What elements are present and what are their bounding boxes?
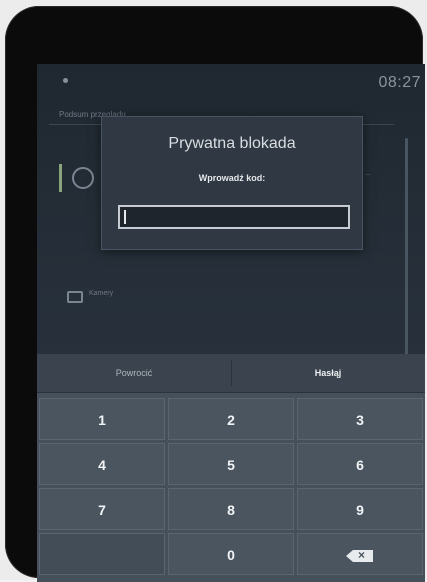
backspace-icon (346, 549, 373, 563)
code-input[interactable] (118, 205, 350, 229)
status-indicator-icon (63, 78, 68, 83)
key-5[interactable]: 5 (168, 443, 294, 485)
key-7[interactable]: 7 (39, 488, 165, 530)
key-6[interactable]: 6 (297, 443, 423, 485)
keypad-action-row: Powrocić Hasłąj (37, 354, 425, 393)
gauge-circle-icon (72, 167, 94, 189)
dialog-prompt: Wprowadź kod: (198, 173, 266, 183)
device-bezel: 08:27 Podsum przeglądu ... Kamery Prywat… (5, 6, 425, 582)
photo-backdrop: 08:27 Podsum przeglądu ... Kamery Prywat… (0, 0, 427, 582)
key-4[interactable]: 4 (39, 443, 165, 485)
text-caret (124, 210, 126, 224)
cancel-button[interactable]: Powrocić (37, 354, 231, 392)
private-lock-dialog: Prywatna blokada Wprowadź kod: (101, 116, 363, 250)
key-8[interactable]: 8 (168, 488, 294, 530)
camera-icon (67, 291, 83, 303)
background-right-label: ... (365, 170, 371, 177)
backspace-key[interactable] (297, 533, 423, 575)
status-time: 08:27 (378, 74, 421, 91)
confirm-button[interactable]: Hasłąj (231, 354, 425, 392)
dialog-title: Prywatna blokada (168, 135, 296, 152)
device-screen: 08:27 Podsum przeglądu ... Kamery Prywat… (37, 64, 425, 582)
gauge-icon[interactable] (59, 164, 100, 192)
key-2[interactable]: 2 (168, 398, 294, 440)
numeric-keypad: Powrocić Hasłąj 1 2 3 4 5 6 7 8 9 0 (37, 354, 425, 582)
list-item-camera-label: Kamery (89, 290, 114, 297)
key-0[interactable]: 0 (168, 533, 294, 575)
status-bar: 08:27 (37, 64, 425, 100)
key-blank (39, 533, 165, 575)
key-9[interactable]: 9 (297, 488, 423, 530)
key-1[interactable]: 1 (39, 398, 165, 440)
key-3[interactable]: 3 (297, 398, 423, 440)
background-scrollbar[interactable] (405, 138, 408, 358)
